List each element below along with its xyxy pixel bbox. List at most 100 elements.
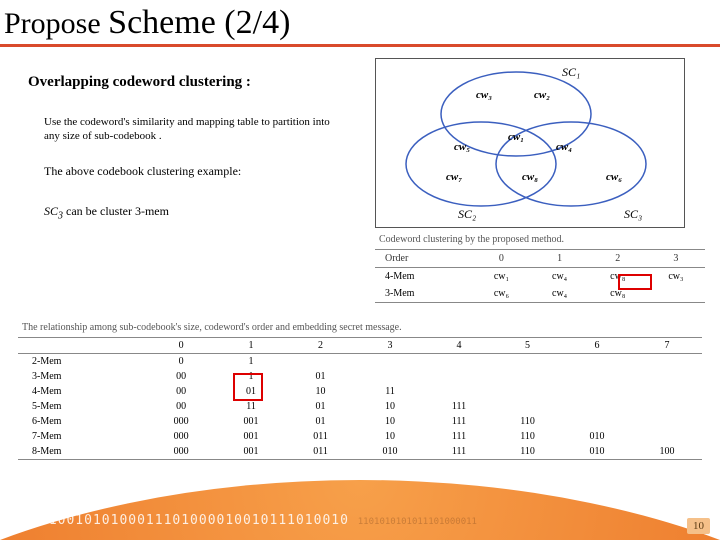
sc3-note: SC3 can be cluster 3-mem (44, 204, 169, 221)
td: 6-Mem (18, 414, 146, 429)
td: 10 (355, 399, 425, 414)
td: 100 (632, 444, 702, 460)
td (647, 285, 705, 303)
td: 111 (425, 399, 493, 414)
venn-cw8: cw₈ (522, 171, 538, 183)
venn-cw6: cw₆ (606, 171, 622, 183)
body-text-1: Use the codeword's similarity and mappin… (44, 116, 334, 144)
venn-label-sc2: SC₂ (458, 207, 476, 222)
td (632, 354, 702, 370)
td: 3-Mem (375, 285, 472, 303)
td: cw₄ (531, 285, 589, 303)
th: Order (375, 250, 472, 268)
td (632, 429, 702, 444)
td: 10 (355, 414, 425, 429)
td: 111 (425, 414, 493, 429)
title-part-a: Propose (4, 7, 101, 40)
venn-cw1: cw₁ (508, 131, 524, 143)
th: 1 (531, 250, 589, 268)
td: 00 (146, 384, 216, 399)
td: cw₁ (472, 268, 530, 286)
td: 1 (216, 354, 286, 370)
venn-cw2: cw₂ (534, 89, 550, 101)
td (493, 384, 562, 399)
table-relationship-grid: 0 1 2 3 4 5 6 7 2-Mem01 3-Mem00101 4-Mem… (18, 337, 702, 460)
venn-diagram: SC₁ SC₂ SC₃ cw₁ cw₂ cw₃ cw₄ cw₅ cw₆ cw₇ … (375, 58, 685, 228)
td (425, 384, 493, 399)
td: 000 (146, 429, 216, 444)
td: 5-Mem (18, 399, 146, 414)
td: 010 (355, 444, 425, 460)
td: 111 (425, 429, 493, 444)
td: 4-Mem (375, 268, 472, 286)
table-clustering-caption: Codeword clustering by the proposed meth… (375, 232, 705, 249)
binary-faint: 1101010101011101000011 (358, 517, 477, 527)
td (355, 369, 425, 384)
td (425, 369, 493, 384)
td (632, 414, 702, 429)
td (493, 399, 562, 414)
th: 6 (562, 338, 632, 354)
td: 10 (355, 429, 425, 444)
td: 01 (286, 414, 355, 429)
td (355, 354, 425, 370)
td: 3-Mem (18, 369, 146, 384)
td: 010 (562, 444, 632, 460)
td: 7-Mem (18, 429, 146, 444)
td: 00 (146, 369, 216, 384)
td: 10 (286, 384, 355, 399)
td (562, 399, 632, 414)
slide-footer: 01001010100011101000010010111010010 1101… (0, 480, 720, 540)
td: 110 (493, 444, 562, 460)
td (493, 369, 562, 384)
td: 110 (493, 429, 562, 444)
footer-binary: 01001010100011101000010010111010010 1101… (40, 513, 680, 528)
td: 001 (216, 414, 286, 429)
td (493, 354, 562, 370)
td: 4-Mem (18, 384, 146, 399)
td: 2-Mem (18, 354, 146, 370)
td: 01 (286, 369, 355, 384)
page-title: Propose Scheme (2/4) (4, 4, 290, 42)
td: 01 (286, 399, 355, 414)
table-relationship-caption: The relationship among sub-codebook's si… (18, 320, 702, 337)
table-clustering: Codeword clustering by the proposed meth… (375, 232, 705, 303)
footer-arc (0, 480, 720, 540)
th: 0 (472, 250, 530, 268)
td: cw₄ (531, 268, 589, 286)
td: 0 (146, 354, 216, 370)
th: 3 (647, 250, 705, 268)
th: 2 (589, 250, 647, 268)
th: 1 (216, 338, 286, 354)
td: 011 (286, 444, 355, 460)
td (562, 414, 632, 429)
slide: Propose Scheme (2/4) Overlapping codewor… (0, 0, 720, 540)
td (286, 354, 355, 370)
td (632, 384, 702, 399)
body-text-2: The above codebook clustering example: (44, 164, 304, 180)
th: 3 (355, 338, 425, 354)
venn-cw4: cw₄ (556, 141, 572, 153)
venn-label-sc1: SC₁ (562, 65, 580, 80)
td: 000 (146, 444, 216, 460)
th: 7 (632, 338, 702, 354)
title-underline (0, 44, 720, 47)
th: 2 (286, 338, 355, 354)
td: 8-Mem (18, 444, 146, 460)
td (562, 384, 632, 399)
td: 001 (216, 444, 286, 460)
table-relationship: The relationship among sub-codebook's si… (18, 320, 702, 460)
td: cw₃ (647, 268, 705, 286)
venn-cw5: cw₅ (454, 141, 470, 153)
page-number: 10 (687, 518, 710, 534)
highlight-box (618, 274, 652, 290)
th: 4 (425, 338, 493, 354)
td: 010 (562, 429, 632, 444)
td: 11 (355, 384, 425, 399)
section-heading: Overlapping codeword clustering : (28, 74, 251, 91)
th: 5 (493, 338, 562, 354)
td: 001 (216, 429, 286, 444)
venn-svg (376, 59, 686, 229)
td (632, 399, 702, 414)
th (18, 338, 146, 354)
